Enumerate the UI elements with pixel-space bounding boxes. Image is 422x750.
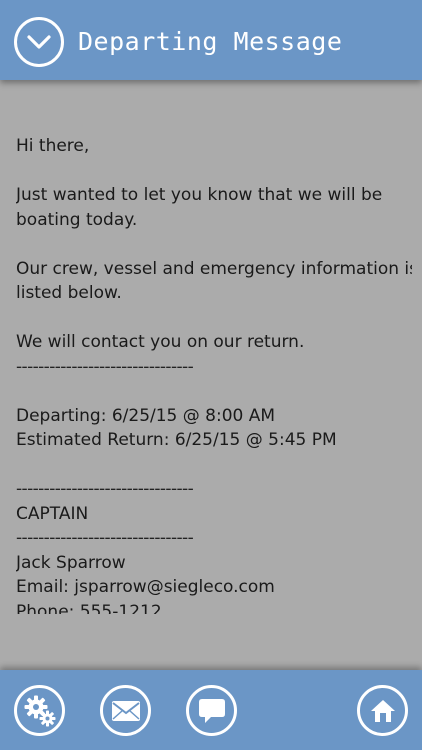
screen: Departing Message Hi there, Just wanted …: [0, 0, 422, 750]
home-button[interactable]: [357, 685, 408, 736]
intro-text-line-2: boating today.: [16, 209, 138, 230]
header-bar: Departing Message: [0, 0, 422, 80]
gears-icon: [24, 695, 55, 726]
departing-time: Departing: 6/25/15 @ 8:00 AM: [16, 405, 276, 426]
divider-line: --------------------------------: [16, 528, 194, 548]
captain-phone: Phone: 555-1212: [16, 601, 162, 615]
section-title-captain: CAPTAIN: [16, 503, 89, 524]
email-button[interactable]: [100, 685, 151, 736]
message-button[interactable]: [186, 685, 237, 736]
captain-name: Jack Sparrow: [16, 552, 126, 573]
intro-text-line-1: Just wanted to let you know that we will…: [16, 185, 383, 205]
home-icon: [370, 699, 395, 722]
estimated-return-time: Estimated Return: 6/25/15 @ 5:45 PM: [16, 430, 337, 450]
page-title: Departing Message: [78, 27, 343, 56]
settings-button[interactable]: [14, 685, 65, 736]
info-text-line-1: Our crew, vessel and emergency informati…: [16, 258, 412, 279]
captain-email: Email: jsparrow@siegleco.com: [16, 577, 275, 597]
footer-toolbar: [0, 670, 422, 750]
contact-text: We will contact you on our return.: [16, 332, 305, 352]
chevron-down-icon: [27, 35, 51, 49]
collapse-button[interactable]: [14, 17, 64, 67]
divider-line: --------------------------------: [16, 356, 194, 377]
info-text-line-2: listed below.: [16, 283, 122, 303]
message-body: Hi there, Just wanted to let you know th…: [16, 134, 412, 614]
mail-icon: [111, 700, 140, 721]
greeting-text: Hi there,: [16, 136, 90, 156]
chat-bubble-icon: [198, 698, 225, 723]
divider-line: --------------------------------: [16, 479, 194, 499]
